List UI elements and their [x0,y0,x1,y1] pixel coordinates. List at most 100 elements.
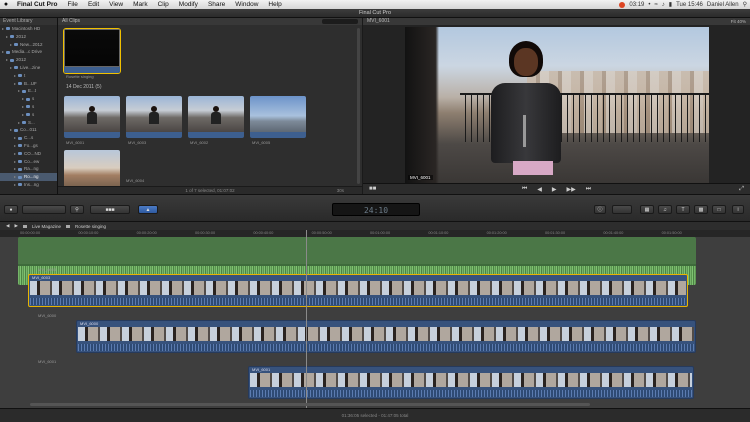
project-icon [22,224,27,228]
foreground-shadow [405,27,439,183]
library-item[interactable]: ▸ t [0,72,57,80]
edit-mode-button[interactable]: ■■■ [90,205,130,214]
photos-button[interactable]: ▦ [640,205,654,214]
folder-icon [18,136,22,140]
date-group-header[interactable]: 14 Dec 2011 (5) [62,84,354,91]
menu-mark[interactable]: Mark [128,1,152,8]
library-item[interactable]: ▸ C...s [0,134,57,142]
timeline-ruler[interactable]: 00:00:00:00 00:00:10:00 00:00:20:00 00:00:3… [0,230,750,237]
music-button[interactable]: ♫ [658,205,672,214]
timeline-back-icon[interactable]: ◀ [6,223,9,229]
library-item[interactable]: ▸ Macintosh HD [0,25,57,33]
step-forward-icon[interactable]: ▶▶ [567,186,576,193]
menu-window[interactable]: Window [230,1,263,8]
library-item[interactable]: ▸ 2012 [0,56,57,64]
battery-icon[interactable]: ▮ [669,1,672,8]
info-button[interactable]: i [732,205,744,214]
library-item[interactable]: ▸ S... [0,119,57,127]
library-item-label: s [32,111,35,117]
keyword-button[interactable]: ⚲ [70,205,84,214]
timeline-forward-icon[interactable]: ▶ [14,223,17,229]
library-item[interactable]: ▸ s [0,103,57,111]
browser-scrollbar[interactable] [357,28,360,184]
library-item-label: Ro...ng [24,174,39,180]
effects-button[interactable] [612,205,632,214]
clip-thumbnail[interactable] [64,96,120,138]
viewer-zoom[interactable]: Fit 40% [731,18,746,25]
bluetooth-icon[interactable]: • [648,2,650,8]
library-item[interactable]: ▸ Co...011 [0,126,57,134]
fullscreen-icon[interactable]: ⤢ [739,186,744,193]
main-toolbar: ● ⚲ ■■■ ▲ 24:10 ⓘ ▦ ♫ T ▩ □ i [0,194,750,222]
clip-icon [65,224,70,228]
play-icon[interactable]: ▶ [552,186,557,193]
playhead[interactable] [306,230,307,410]
menu-share[interactable]: Share [203,1,230,8]
step-back-icon[interactable]: ◀ [537,186,542,193]
go-to-end-icon[interactable]: ⏭ [586,186,591,193]
menu-modify[interactable]: Modify [174,1,203,8]
library-item[interactable]: ▸ Co...ew [0,158,57,166]
menu-clip[interactable]: Clip [153,1,174,8]
library-item[interactable]: ▸ 2012 [0,33,57,41]
volume-icon[interactable]: ♪ [662,2,665,8]
import-button[interactable] [22,205,66,214]
singer-figure [483,41,569,183]
library-item-label: Ins...ng [24,181,39,187]
library-item[interactable]: ▸ Ro...ng [0,173,57,181]
wifi-icon[interactable]: ≈ [654,2,657,8]
menu-file[interactable]: File [62,1,82,8]
library-item[interactable]: ▸ Ins...ng [0,181,57,189]
clip-name: MVI_6003 [128,140,147,145]
timecode-display[interactable]: 24:10 [332,203,420,216]
spotlight-icon[interactable]: ⚲ [743,1,747,8]
folder-icon [18,74,22,78]
library-item-label: Ra...ng [24,166,39,172]
timeline-clip[interactable]: MVI_6003 [28,274,688,307]
menu-help[interactable]: Help [263,1,286,8]
timeline-clip[interactable]: MVI_6001 [248,366,694,399]
library-item[interactable]: ▸ Media...c Drive [0,48,57,56]
menu-edit[interactable]: Edit [83,1,104,8]
user-name[interactable]: Daniel Allen [707,2,739,8]
inspector-button[interactable]: ⓘ [594,205,606,214]
folder-icon [14,128,18,132]
library-item[interactable]: ▸ CO...ND [0,150,57,158]
library-item[interactable]: ▸ Fo...gs [0,142,57,150]
titles-button[interactable]: T [676,205,690,214]
library-item[interactable]: ▸ s [0,95,57,103]
library-item[interactable]: ▸ B...UF [0,80,57,88]
ruler-tick-label: 00:00:20:00 [136,231,157,235]
browser-search-field[interactable] [322,19,358,24]
library-item[interactable]: ▸ E...t [0,87,57,95]
select-tool-button[interactable]: ▲ [138,205,158,214]
video-frame[interactable]: MVI_6001 [405,27,709,183]
timeline-clip[interactable]: MVI_6000 [76,320,696,353]
clip-filmstrip [30,281,686,295]
library-item[interactable]: ▸ New...2012 [0,41,57,49]
library-item[interactable]: ▸ Live...zine [0,64,57,72]
clock[interactable]: Tue 15:46 [676,2,703,8]
timeline-project-name[interactable]: Live Magazine [32,224,61,229]
themes-button[interactable]: □ [712,205,726,214]
library-item[interactable]: ▸ Ra...ng [0,165,57,173]
folder-icon [22,89,26,93]
clip-thumbnail[interactable] [188,96,244,138]
record-voiceover-button[interactable]: ● [4,205,18,214]
clip-thumbnail-project[interactable] [63,28,121,74]
clip-filmstrip [250,373,692,387]
menu-app[interactable]: Final Cut Pro [12,1,62,8]
clip-thumbnail[interactable] [126,96,182,138]
clip-thumbnail[interactable] [250,96,306,138]
window-title: Final Cut Pro [0,9,750,18]
record-icon[interactable] [619,1,626,8]
timeline-clip-name[interactable]: Rosette singing [75,224,106,229]
timeline-scrollbar[interactable] [30,403,590,406]
clip-image [64,96,120,132]
menu-view[interactable]: View [104,1,128,8]
viewer-options-icon[interactable]: ■■ [369,186,376,192]
go-to-start-icon[interactable]: ⏮ [522,186,527,193]
library-item[interactable]: ▸ s [0,111,57,119]
apple-menu[interactable]: ● [0,1,12,8]
generators-button[interactable]: ▩ [694,205,708,214]
